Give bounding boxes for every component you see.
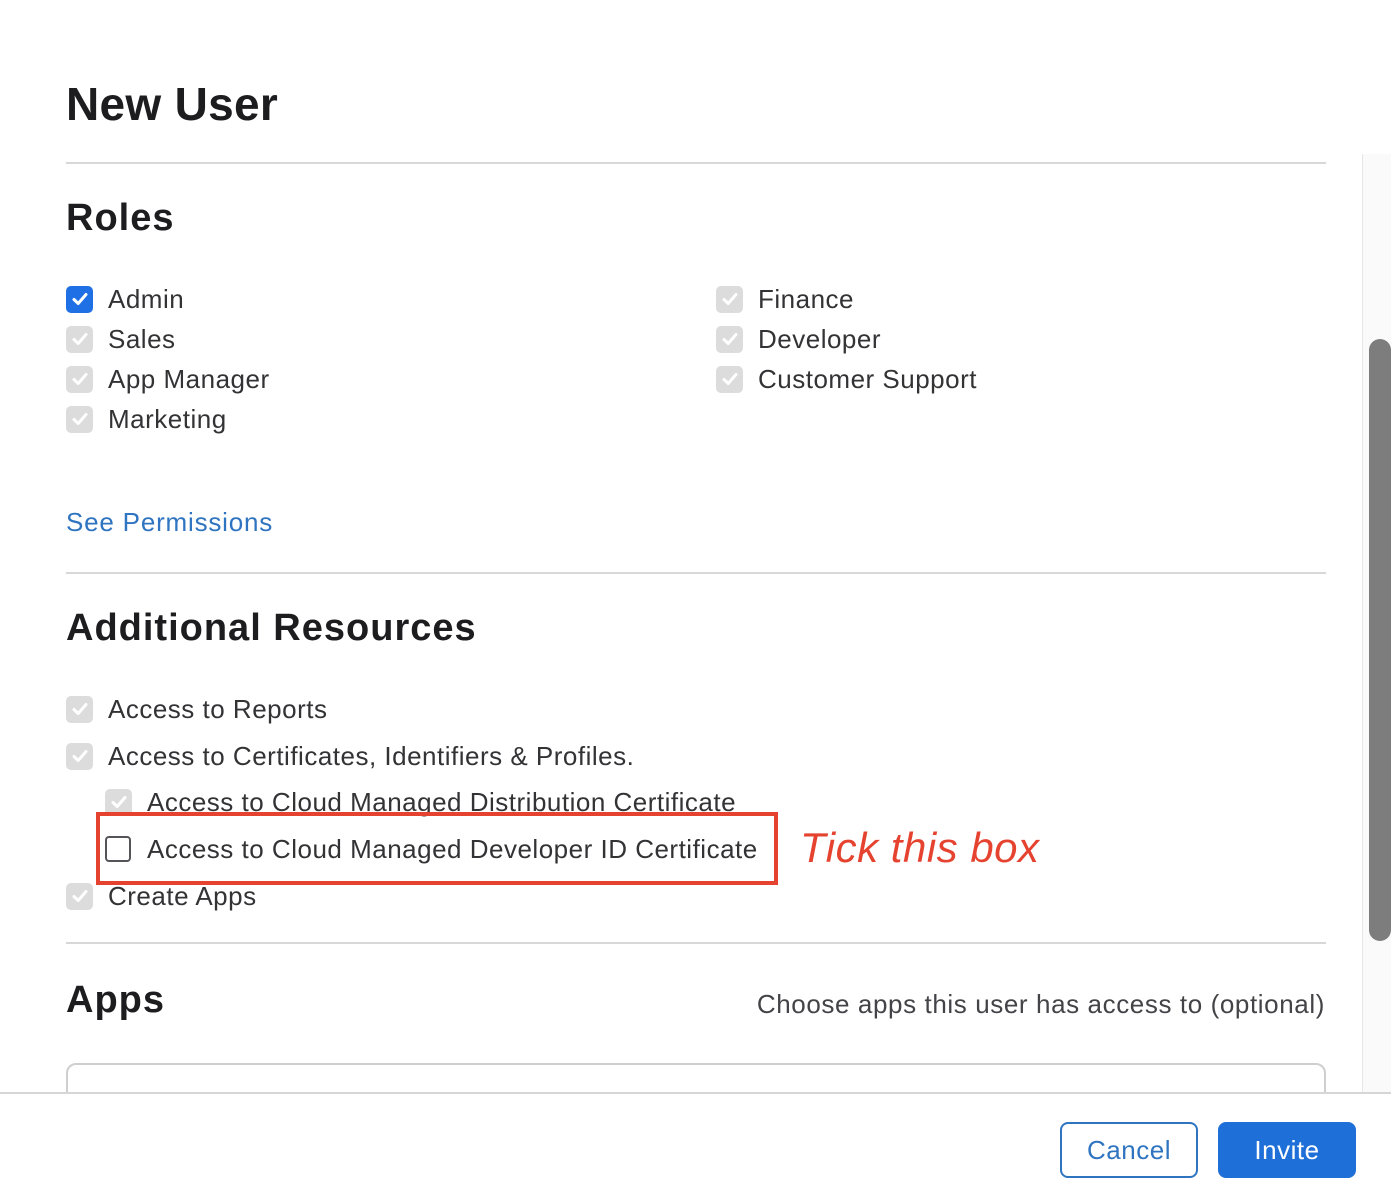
role-marketing: Marketing bbox=[66, 399, 227, 439]
checkbox-marketing bbox=[66, 405, 93, 433]
resource-label: Access to Cloud Managed Developer ID Cer… bbox=[147, 833, 758, 864]
role-app-manager: App Manager bbox=[66, 359, 270, 399]
checkmark-icon bbox=[722, 373, 737, 385]
checkmark-icon bbox=[722, 333, 737, 345]
role-label: Marketing bbox=[108, 403, 227, 434]
checkmark-icon bbox=[72, 890, 87, 902]
additional-resources-heading: Additional Resources bbox=[66, 607, 477, 649]
resources-divider bbox=[66, 942, 1326, 944]
see-permissions-link[interactable]: See Permissions bbox=[66, 504, 273, 540]
roles-divider bbox=[66, 572, 1326, 574]
role-label: App Manager bbox=[108, 363, 270, 394]
role-label: Finance bbox=[758, 283, 854, 314]
resource-label: Access to Cloud Managed Distribution Cer… bbox=[147, 786, 737, 817]
header-divider bbox=[66, 162, 1326, 164]
checkbox-finance bbox=[716, 285, 743, 313]
checkbox-app-manager bbox=[66, 365, 93, 393]
resource-access-certificates: Access to Certificates, Identifiers & Pr… bbox=[66, 736, 634, 776]
resource-label: Access to Certificates, Identifiers & Pr… bbox=[108, 740, 635, 771]
invite-button[interactable]: Invite bbox=[1218, 1122, 1356, 1178]
resource-access-reports: Access to Reports bbox=[66, 689, 327, 729]
checkmark-icon bbox=[72, 413, 87, 425]
role-label: Customer Support bbox=[758, 363, 977, 394]
checkmark-icon bbox=[72, 293, 87, 305]
resource-label: Access to Reports bbox=[108, 693, 328, 724]
resource-cloud-distribution-cert: Access to Cloud Managed Distribution Cer… bbox=[105, 782, 736, 822]
role-customer-support: Customer Support bbox=[716, 359, 977, 399]
checkmark-icon bbox=[72, 703, 87, 715]
checkbox-customer-support bbox=[716, 365, 743, 393]
checkbox-create-apps bbox=[66, 882, 93, 910]
role-finance: Finance bbox=[716, 279, 854, 319]
resource-label: Create Apps bbox=[108, 880, 257, 911]
checkbox-cloud-distribution-cert bbox=[105, 788, 132, 816]
checkmark-icon bbox=[72, 333, 87, 345]
checkbox-access-reports bbox=[66, 695, 93, 723]
page-title: New User bbox=[66, 78, 279, 130]
role-sales: Sales bbox=[66, 319, 176, 359]
role-label: Sales bbox=[108, 323, 176, 354]
checkbox-sales bbox=[66, 325, 93, 353]
checkmark-icon bbox=[722, 293, 737, 305]
resource-create-apps: Create Apps bbox=[66, 876, 257, 916]
resource-cloud-developer-id-cert[interactable]: Access to Cloud Managed Developer ID Cer… bbox=[105, 829, 758, 869]
checkmark-icon bbox=[72, 373, 87, 385]
checkbox-access-certificates bbox=[66, 742, 93, 770]
apps-hint: Choose apps this user has access to (opt… bbox=[756, 989, 1325, 1019]
role-label: Admin bbox=[108, 283, 185, 314]
checkmark-icon bbox=[72, 750, 87, 762]
checkbox-admin[interactable] bbox=[66, 285, 93, 313]
scrollbar-thumb[interactable] bbox=[1369, 339, 1391, 941]
role-developer: Developer bbox=[716, 319, 881, 359]
checkbox-cloud-developer-id-cert[interactable] bbox=[105, 836, 131, 862]
apps-heading: Apps bbox=[66, 979, 165, 1021]
cancel-button[interactable]: Cancel bbox=[1060, 1122, 1198, 1178]
roles-heading: Roles bbox=[66, 197, 175, 239]
role-label: Developer bbox=[758, 323, 882, 354]
checkbox-developer bbox=[716, 325, 743, 353]
role-admin[interactable]: Admin bbox=[66, 279, 184, 319]
annotation-text: Tick this box bbox=[800, 824, 1040, 871]
checkmark-icon bbox=[111, 796, 126, 808]
